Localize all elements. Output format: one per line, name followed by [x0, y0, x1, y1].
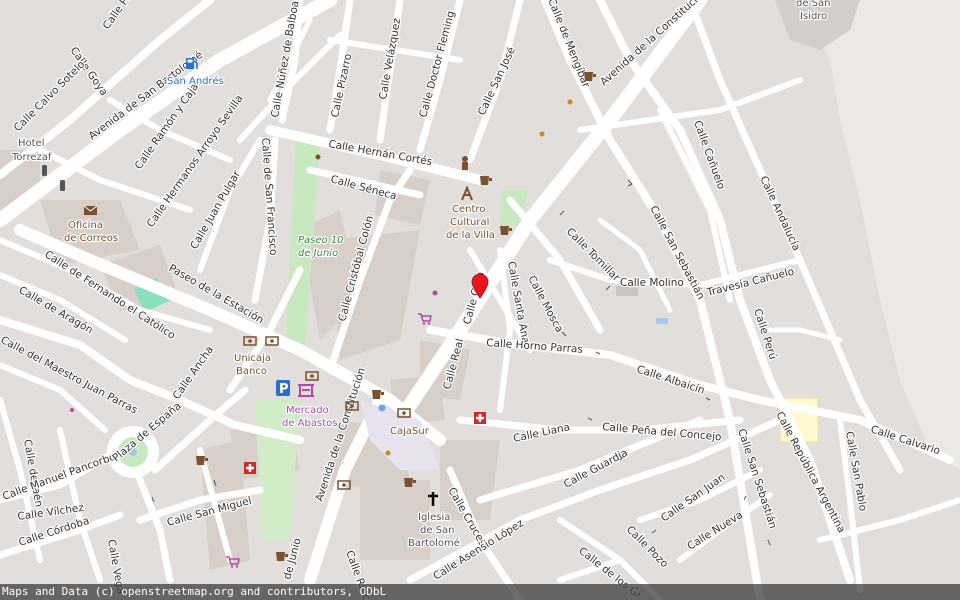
iglesia-label: Iglesia	[418, 512, 450, 523]
oficina-label: Oficina	[68, 220, 103, 231]
bartolome-label: Bartolomé	[408, 537, 460, 549]
poi-dot	[385, 450, 391, 456]
post-office-icon[interactable]	[83, 205, 98, 215]
pharmacy-icon[interactable]	[474, 412, 486, 424]
map-canvas: Calle Goya Calle Pintor Calle Calvo Sote…	[0, 0, 960, 600]
unicaja-label: Unicaja	[234, 353, 271, 364]
map-attribution: Maps and Data (c) openstreetmap.org and …	[0, 584, 960, 600]
parking-icon[interactable]: P	[276, 380, 290, 397]
hotel-label: Hotel	[18, 138, 45, 149]
poi-dot	[567, 99, 573, 105]
torrezaf-label: Torrezaf	[11, 152, 52, 163]
cajasur-label: CajaSur	[390, 426, 430, 437]
pharmacy-icon[interactable]	[244, 462, 256, 474]
poi-dot	[70, 408, 74, 412]
poi-dot	[315, 154, 321, 160]
poi-dot	[539, 131, 545, 137]
de-abastos-label: de Abastos	[282, 418, 337, 429]
centro-label: Centro	[452, 204, 485, 215]
paseo-10-label: Paseo 10	[298, 235, 344, 246]
de-la-villa-label: de la Villa	[446, 230, 495, 241]
traffic-light-icon	[60, 180, 65, 191]
pool	[656, 318, 668, 324]
isidro-label: Isidro	[800, 11, 827, 22]
fountain-icon[interactable]	[378, 404, 386, 412]
svg-text:P: P	[279, 382, 289, 397]
cultural-label: Cultural	[450, 217, 489, 228]
theatre-icon[interactable]	[462, 156, 468, 170]
san-isidro-de-san-label: de San	[796, 0, 831, 9]
san-andres-label: San Andrés	[167, 75, 224, 87]
de-correos-label: de Correos	[64, 233, 118, 244]
mercado-label: Mercado	[286, 405, 329, 416]
map-view[interactable]: Calle Goya Calle Pintor Calle Calvo Sote…	[0, 0, 960, 600]
street-label: Calle Molino	[620, 277, 684, 289]
poi-dot	[432, 290, 438, 296]
de-junio-label: de Junio	[298, 248, 338, 259]
traffic-light-icon	[42, 165, 47, 176]
banco-label: Banco	[236, 366, 267, 377]
de-san-label: de San	[420, 525, 455, 536]
